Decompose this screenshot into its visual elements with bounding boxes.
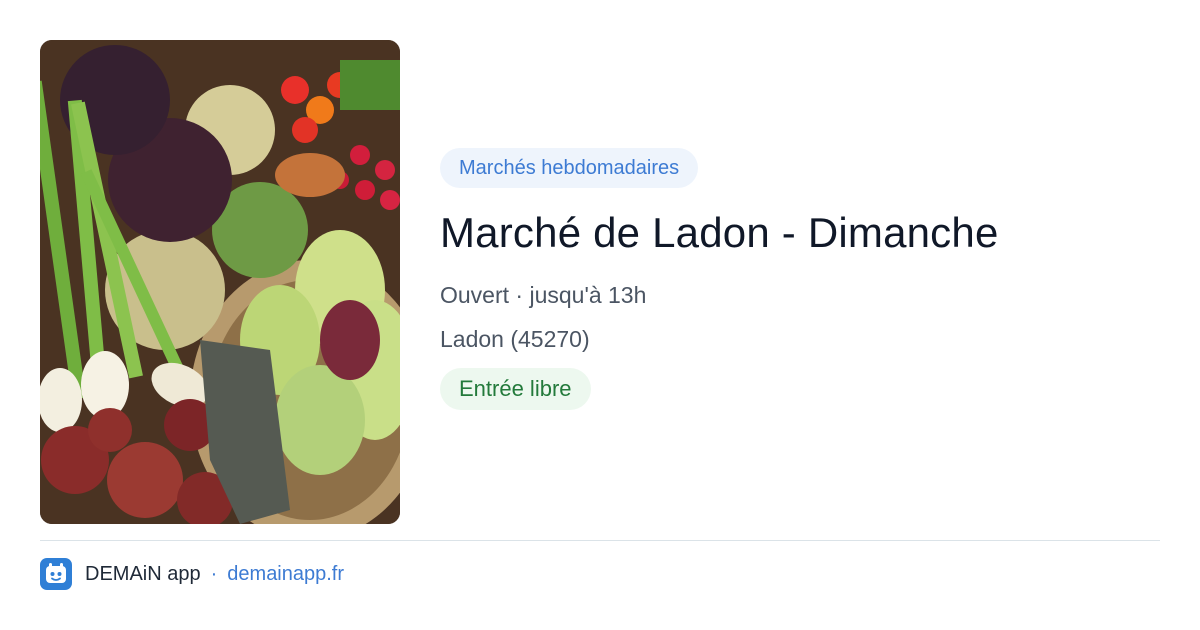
demain-app-logo-icon [40, 558, 72, 590]
category-tag[interactable]: Marchés hebdomadaires [440, 148, 699, 188]
market-preview-card[interactable]: Marchés hebdomadaires Marché de Ladon - … [0, 0, 1200, 630]
footer: DEMAiN app · demainapp.fr [40, 558, 344, 590]
footer-separator: · [210, 562, 218, 585]
app-url-link[interactable]: demainapp.fr [227, 563, 344, 586]
market-location: Ladon (45270) [440, 326, 590, 352]
footer-divider [40, 540, 1160, 541]
market-title: Marché de Ladon - Dimanche [440, 209, 999, 256]
app-name: DEMAiN app [85, 562, 201, 585]
market-info: Marchés hebdomadaires Marché de Ladon - … [440, 148, 1160, 410]
opening-status: Ouvert · jusqu'à 13h [440, 282, 647, 308]
vegetable-market-photo [40, 40, 400, 524]
entry-badge: Entrée libre [440, 368, 591, 410]
